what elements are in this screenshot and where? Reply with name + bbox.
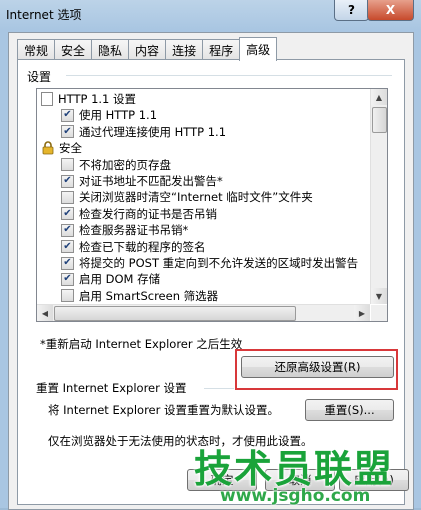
reset-button-label: 重置(S)... bbox=[324, 403, 375, 417]
horizontal-scrollbar[interactable]: ◀ ▶ bbox=[37, 304, 370, 321]
settings-option[interactable]: 不将加密的页存盘 bbox=[61, 157, 370, 173]
scroll-corner bbox=[371, 305, 387, 321]
checkbox-checked[interactable]: ✔ bbox=[61, 256, 74, 270]
restart-note: *重新启动 Internet Explorer 之后生效 bbox=[40, 337, 243, 351]
checkbox-unchecked[interactable] bbox=[61, 289, 74, 303]
settings-category-header: HTTP 1.1 设置 bbox=[41, 91, 370, 107]
settings-option-label: 对证书地址不匹配发出警告* bbox=[79, 174, 223, 188]
settings-option-label: 检查已下载的程序的签名 bbox=[79, 239, 206, 254]
settings-list-content: HTTP 1.1 设置 ✔ 使用 HTTP 1.1 ✔ 通过代理连接使用 HTTP 1.… bbox=[37, 89, 370, 304]
apply-button-label: 应用(A) bbox=[354, 473, 394, 487]
cancel-button[interactable]: 取消 bbox=[265, 469, 335, 491]
dialog-body: 常规 安全 隐私 内容 连接 程序 高级 设置 HTTP 1.1 设置 ✔ 使用 HTTP 1.… bbox=[8, 32, 414, 510]
tab-label: 高级 bbox=[246, 43, 271, 57]
vertical-scrollbar[interactable]: ▲ ▼ bbox=[370, 89, 387, 304]
ok-button[interactable]: 确定 bbox=[187, 469, 257, 491]
horizontal-scroll-thumb[interactable] bbox=[54, 306, 296, 321]
settings-option[interactable]: ✔ 通过代理连接使用 HTTP 1.1 bbox=[61, 124, 370, 140]
tab-2[interactable]: 隐私 bbox=[91, 39, 130, 60]
title-bar[interactable]: Internet 选项 ? X bbox=[0, 0, 421, 28]
scroll-right-button[interactable]: ▶ bbox=[354, 305, 370, 321]
settings-option-label: 启用 DOM 存储 bbox=[79, 272, 161, 287]
tab-label: 内容 bbox=[135, 43, 160, 58]
tab-strip: 常规 安全 隐私 内容 连接 程序 高级 bbox=[17, 37, 278, 61]
settings-list[interactable]: HTTP 1.1 设置 ✔ 使用 HTTP 1.1 ✔ 通过代理连接使用 HTTP 1.… bbox=[36, 88, 388, 322]
settings-category-header: 安全 bbox=[41, 140, 370, 156]
reset-divider bbox=[204, 388, 234, 389]
checkbox-checked[interactable]: ✔ bbox=[61, 240, 74, 254]
settings-option-label: 检查服务器证书吊销* bbox=[79, 223, 189, 238]
settings-option-label: 不将加密的页存盘 bbox=[79, 157, 171, 172]
window-title: Internet 选项 bbox=[6, 8, 82, 22]
scroll-up-button[interactable]: ▲ bbox=[371, 89, 387, 105]
reset-description: 将 Internet Explorer 设置重置为默认设置。 bbox=[48, 403, 280, 417]
help-button[interactable]: ? bbox=[334, 0, 369, 21]
restore-advanced-settings-button[interactable]: 还原高级设置(R) bbox=[241, 356, 394, 378]
restore-button-label: 还原高级设置(R) bbox=[274, 360, 361, 374]
checkbox-checked[interactable]: ✔ bbox=[61, 174, 74, 188]
tab-3[interactable]: 内容 bbox=[128, 39, 167, 60]
scroll-down-button[interactable]: ▼ bbox=[371, 288, 387, 304]
settings-option-label: 检查发行商的证书是否吊销 bbox=[79, 206, 217, 221]
settings-option-label: 启用 SmartScreen 筛选器 bbox=[79, 288, 219, 303]
cancel-button-label: 取消 bbox=[288, 473, 312, 487]
checkbox-checked[interactable]: ✔ bbox=[61, 272, 74, 286]
group-divider bbox=[66, 75, 392, 76]
settings-option-label: 将提交的 POST 重定向到不允许发送的区域时发出警告 bbox=[79, 256, 359, 270]
lock-icon bbox=[42, 141, 54, 155]
tab-0[interactable]: 常规 bbox=[17, 39, 56, 60]
checkbox-unchecked[interactable] bbox=[61, 190, 74, 204]
checkbox-checked[interactable]: ✔ bbox=[61, 223, 74, 237]
settings-option[interactable]: ✔ 检查发行商的证书是否吊销 bbox=[61, 206, 370, 222]
tab-label: 程序 bbox=[209, 43, 234, 58]
tab-label: 隐私 bbox=[98, 43, 123, 58]
tab-label: 安全 bbox=[61, 43, 86, 58]
checkbox-checked[interactable]: ✔ bbox=[61, 108, 74, 122]
settings-option[interactable]: 启用 SmartScreen 筛选器 bbox=[61, 288, 370, 304]
reset-note: 仅在浏览器处于无法使用的状态时，才使用此设置。 bbox=[48, 434, 313, 448]
help-icon: ? bbox=[348, 3, 355, 17]
tab-6[interactable]: 高级 bbox=[239, 37, 278, 61]
reset-section-title: 重置 Internet Explorer 设置 bbox=[36, 381, 187, 395]
apply-button[interactable]: 应用(A) bbox=[339, 469, 409, 491]
checkbox-unchecked[interactable] bbox=[61, 158, 74, 172]
reset-button[interactable]: 重置(S)... bbox=[305, 399, 394, 421]
settings-option[interactable]: ✔ 使用 HTTP 1.1 bbox=[61, 107, 370, 123]
document-icon bbox=[41, 92, 53, 106]
settings-option[interactable]: ✔ 检查服务器证书吊销* bbox=[61, 222, 370, 238]
tab-4[interactable]: 连接 bbox=[165, 39, 204, 60]
settings-option[interactable]: 关闭浏览器时清空“Internet 临时文件”文件夹 bbox=[61, 189, 370, 205]
close-button[interactable]: X bbox=[367, 0, 414, 21]
settings-option-label: 安全 bbox=[59, 141, 82, 156]
tab-label: 连接 bbox=[172, 43, 197, 58]
settings-option-label: HTTP 1.1 设置 bbox=[58, 92, 137, 106]
advanced-tab-page: 设置 HTTP 1.1 设置 ✔ 使用 HTTP 1.1 ✔ 通过代理连接使用 HTTP… bbox=[17, 59, 405, 505]
internet-options-window: Internet 选项 ? X 常规 安全 隐私 内容 连接 程序 高级 设置 HTTP 1… bbox=[0, 0, 421, 510]
settings-option-label: 通过代理连接使用 HTTP 1.1 bbox=[79, 124, 227, 139]
checkbox-checked[interactable]: ✔ bbox=[61, 207, 74, 221]
ok-button-label: 确定 bbox=[210, 473, 234, 487]
close-icon: X bbox=[385, 3, 396, 17]
checkbox-checked[interactable]: ✔ bbox=[61, 125, 74, 139]
scroll-left-button[interactable]: ◀ bbox=[37, 305, 53, 321]
settings-option-label: 使用 HTTP 1.1 bbox=[79, 108, 158, 123]
settings-option[interactable]: ✔ 将提交的 POST 重定向到不允许发送的区域时发出警告 bbox=[61, 255, 370, 271]
settings-option[interactable]: ✔ 对证书地址不匹配发出警告* bbox=[61, 173, 370, 189]
settings-option[interactable]: ✔ 启用 DOM 存储 bbox=[61, 271, 370, 287]
tab-label: 常规 bbox=[24, 43, 49, 58]
vertical-scroll-thumb[interactable] bbox=[372, 107, 387, 133]
tab-5[interactable]: 程序 bbox=[202, 39, 241, 60]
settings-option[interactable]: ✔ 检查已下载的程序的签名 bbox=[61, 239, 370, 255]
settings-option-label: 关闭浏览器时清空“Internet 临时文件”文件夹 bbox=[79, 190, 313, 205]
tab-1[interactable]: 安全 bbox=[54, 39, 93, 60]
settings-group-label: 设置 bbox=[27, 70, 52, 84]
dialog-footer: 确定 取消 应用(A) bbox=[9, 467, 413, 507]
